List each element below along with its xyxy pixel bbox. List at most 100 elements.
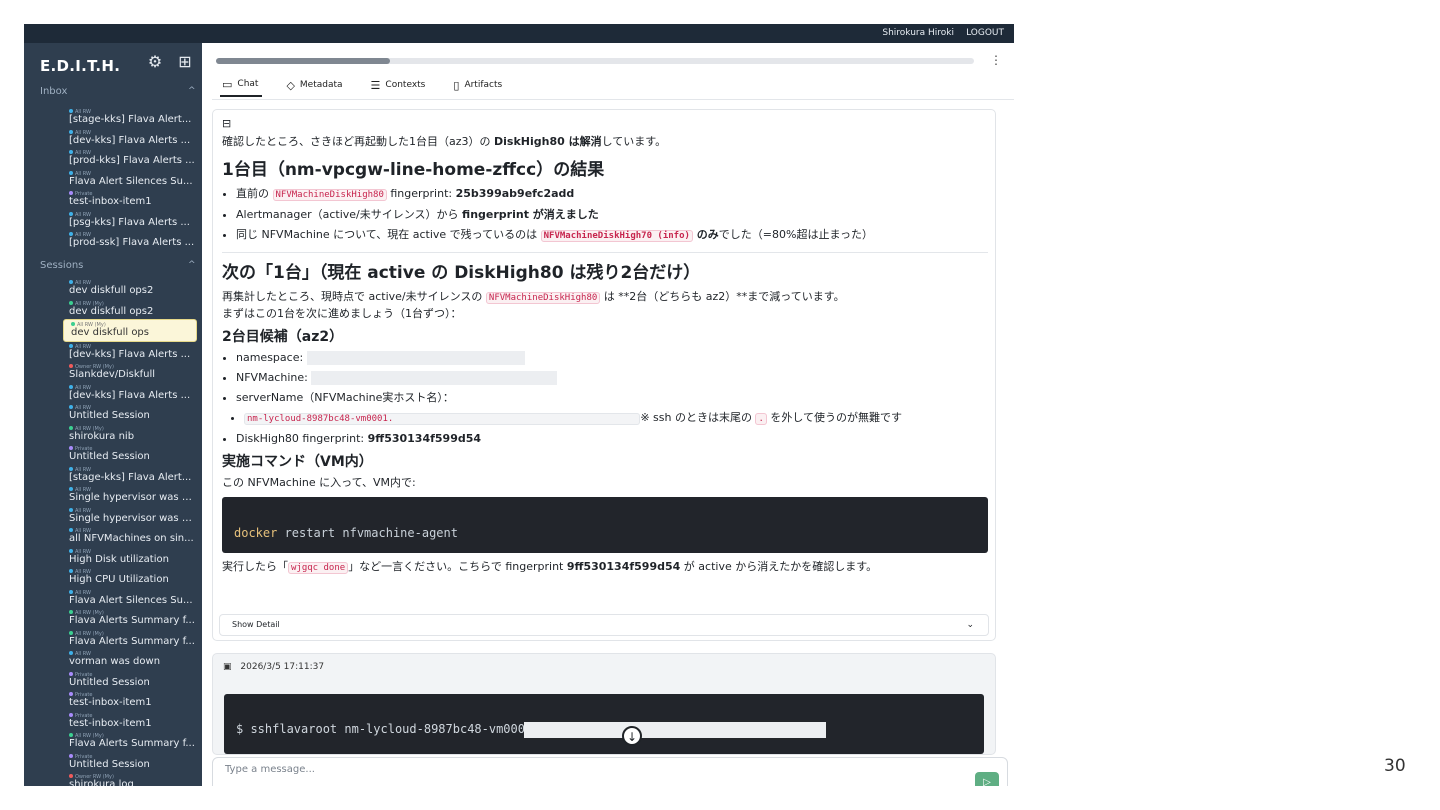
sidebar-item-label: Untitled Session	[69, 676, 150, 688]
status-dot	[69, 364, 73, 368]
chevron-up-icon[interactable]: ^	[188, 260, 196, 270]
chat-icon: ▭	[222, 77, 233, 91]
sidebar-item[interactable]: All RW (My) Flava Alerts Summary f...	[62, 731, 198, 752]
next-step-text: まずはこの1台を次に進めましょう（1台ずつ）：	[222, 307, 462, 320]
sidebar-item[interactable]: All RW dev diskfull ops2	[62, 278, 198, 299]
redacted-value	[306, 351, 525, 365]
sidebar-item[interactable]: All RW all NFVMachines on sin...	[62, 526, 198, 547]
status-dot	[69, 446, 73, 450]
sidebar-item[interactable]: All RW [psg-kks] Flava Alerts ...	[62, 210, 198, 231]
sidebar-item[interactable]: All RW Untitled Session	[62, 403, 198, 424]
sidebar-item-label: High Disk utilization	[69, 553, 169, 565]
followup-text: 実行したら「 wjgqc done 」など一言ください。こちらで fingerpri…	[222, 560, 878, 574]
sessions-list: All RW dev diskfull ops2 All RW (My) dev di…	[62, 278, 198, 786]
sidebar-item[interactable]: All RW [prod-ssk] Flava Alerts ...	[62, 230, 198, 251]
status-dot	[69, 753, 73, 758]
progress-bar	[216, 58, 974, 64]
message-input[interactable]: Type a message...	[225, 764, 315, 775]
list-item: Alertmanager（active/未サイレンス）から fingerprin…	[236, 207, 988, 223]
status-dot	[69, 150, 73, 154]
inbox-list: All RW [stage-kks] Flava Alert... All RW [d…	[62, 107, 198, 251]
tab-label: Metadata	[299, 80, 343, 90]
new-session-icon[interactable]: ⊞	[176, 53, 194, 71]
sidebar-item[interactable]: Owner RW (My) shirokura log	[62, 772, 198, 786]
sidebar-item-label: High CPU Utilization	[69, 574, 169, 585]
inbox-header[interactable]: Inbox ^	[40, 86, 196, 97]
tab-metadata[interactable]: ◇ Metadata	[284, 77, 346, 97]
sidebar-item[interactable]: All RW High Disk utilization	[62, 547, 198, 568]
sidebar-item-label: dev diskfull ops	[71, 327, 149, 338]
user-name: Shirokura Hiroki	[882, 28, 954, 38]
sidebar-item[interactable]: Owner RW (My) Slankdev/Diskfull	[62, 362, 198, 383]
status-dot	[69, 733, 73, 737]
gear-icon[interactable]: ⚙	[146, 53, 164, 71]
sidebar-item[interactable]: All RW [dev-kks] Flava Alerts ...	[62, 342, 198, 363]
send-button[interactable]: ▷	[975, 772, 999, 786]
sidebar-item[interactable]: All RW (My) shirokura nib	[62, 424, 198, 445]
sidebar-item[interactable]: All RW [dev-kks] Flava Alerts ...	[62, 128, 198, 149]
sidebar-item[interactable]: All RW (My) Flava Alerts Summary f...	[62, 629, 198, 650]
sidebar-item[interactable]: All RW (My) dev diskfull ops	[63, 319, 197, 342]
send-icon: ▷	[983, 777, 991, 786]
sidebar-item[interactable]: All RW [prod-kks] Flava Alerts ...	[62, 148, 198, 169]
sidebar-item[interactable]: Private Untitled Session	[62, 670, 198, 691]
status-dot	[69, 343, 73, 348]
show-detail-toggle[interactable]: Show Detail ⌄	[219, 614, 989, 636]
status-dot	[69, 280, 73, 284]
sessions-header[interactable]: Sessions ^	[40, 260, 196, 271]
message-composer[interactable]: Type a message... ▷	[212, 757, 1008, 786]
status-dot	[69, 651, 73, 655]
sidebar-item[interactable]: Private Untitled Session	[62, 752, 198, 773]
more-menu-icon[interactable]: ⋮	[990, 53, 1002, 67]
tag-icon: ◇	[286, 78, 295, 92]
list-item: NFVMachine:	[236, 370, 988, 386]
sidebar-item[interactable]: All RW (My) Flava Alerts Summary f...	[62, 608, 198, 629]
sidebar-item[interactable]: All RW [dev-kks] Flava Alerts ...	[62, 383, 198, 404]
sidebar-item[interactable]: All RW Flava Alert Silences Su...	[62, 588, 198, 609]
progress-fill	[216, 58, 391, 64]
sessions-label: Sessions	[40, 260, 84, 271]
bot-icon: ⊟	[222, 117, 232, 130]
main-panel: ⋮ ▭ Chat ◇ Metadata ☰ Contexts ▯ Artifac…	[212, 43, 1014, 786]
divider	[222, 252, 988, 253]
terminal-block[interactable]: $ sshflavaroot nm-lycloud-8987bc48-vm000…	[224, 694, 984, 754]
user-message: ▣ 2026/3/5 17:11:37 $ sshflavaroot nm-ly…	[212, 653, 996, 755]
tab-contexts[interactable]: ☰ Contexts	[369, 77, 430, 97]
sidebar-item-label: [psg-kks] Flava Alerts ...	[69, 216, 190, 228]
sidebar-item-label: Slankdev/Diskfull	[69, 369, 156, 380]
status-dot	[69, 630, 73, 635]
sidebar-item[interactable]: Private test-inbox-item1	[62, 711, 198, 732]
status-dot	[69, 170, 73, 175]
sidebar-item[interactable]: All RW Single hypervisor was d...	[62, 485, 198, 506]
status-dot	[69, 300, 73, 305]
tab-artifacts[interactable]: ▯ Artifacts	[451, 77, 506, 97]
status-dot	[69, 211, 73, 216]
status-dot	[69, 507, 73, 512]
status-dot	[69, 487, 73, 491]
intro-text: 確認したところ、さきほど再起動した1台目（az3）の DiskHigh80 は解…	[222, 135, 667, 148]
sidebar-item[interactable]: All RW vorman was down	[62, 649, 198, 670]
sidebar-item[interactable]: All RW Single hypervisor was d...	[62, 506, 198, 527]
status-dot	[69, 384, 73, 389]
status-dot	[69, 569, 73, 573]
chevron-up-icon[interactable]: ^	[188, 86, 196, 96]
logout-button[interactable]: LOGOUT	[966, 28, 1004, 38]
sidebar-item[interactable]: All RW [stage-kks] Flava Alert...	[62, 107, 198, 128]
sidebar-item[interactable]: All RW (My) dev diskfull ops2	[62, 299, 198, 320]
candidate-list: namespace: NFVMachine: serverName（NFVMac…	[222, 350, 988, 447]
sidebar-item[interactable]: All RW High CPU Utilization	[62, 567, 198, 588]
code-block[interactable]: docker restart nfvmachine-agent	[222, 497, 988, 553]
tab-label: Chat	[237, 79, 259, 89]
status-dot	[69, 589, 73, 594]
scroll-down-icon[interactable]: ↓	[622, 726, 642, 746]
sidebar-item[interactable]: Private test-inbox-item1	[62, 189, 198, 210]
tab-chat[interactable]: ▭ Chat	[220, 77, 263, 97]
status-dot	[69, 109, 73, 113]
sidebar-item[interactable]: Private Untitled Session	[62, 444, 198, 465]
app-window: Shirokura Hiroki LOGOUT E.D.I.T.H. ⚙ ⊞ I…	[24, 24, 1014, 786]
sidebar-item[interactable]: Private test-inbox-item1	[62, 690, 198, 711]
sidebar-item[interactable]: All RW Flava Alert Silences Su...	[62, 169, 198, 190]
sidebar-item[interactable]: All RW [stage-kks] Flava Alert...	[62, 465, 198, 486]
sidebar-item-label: shirokura log	[69, 779, 134, 786]
sidebar-item-label: [dev-kks] Flava Alerts ...	[69, 348, 191, 360]
